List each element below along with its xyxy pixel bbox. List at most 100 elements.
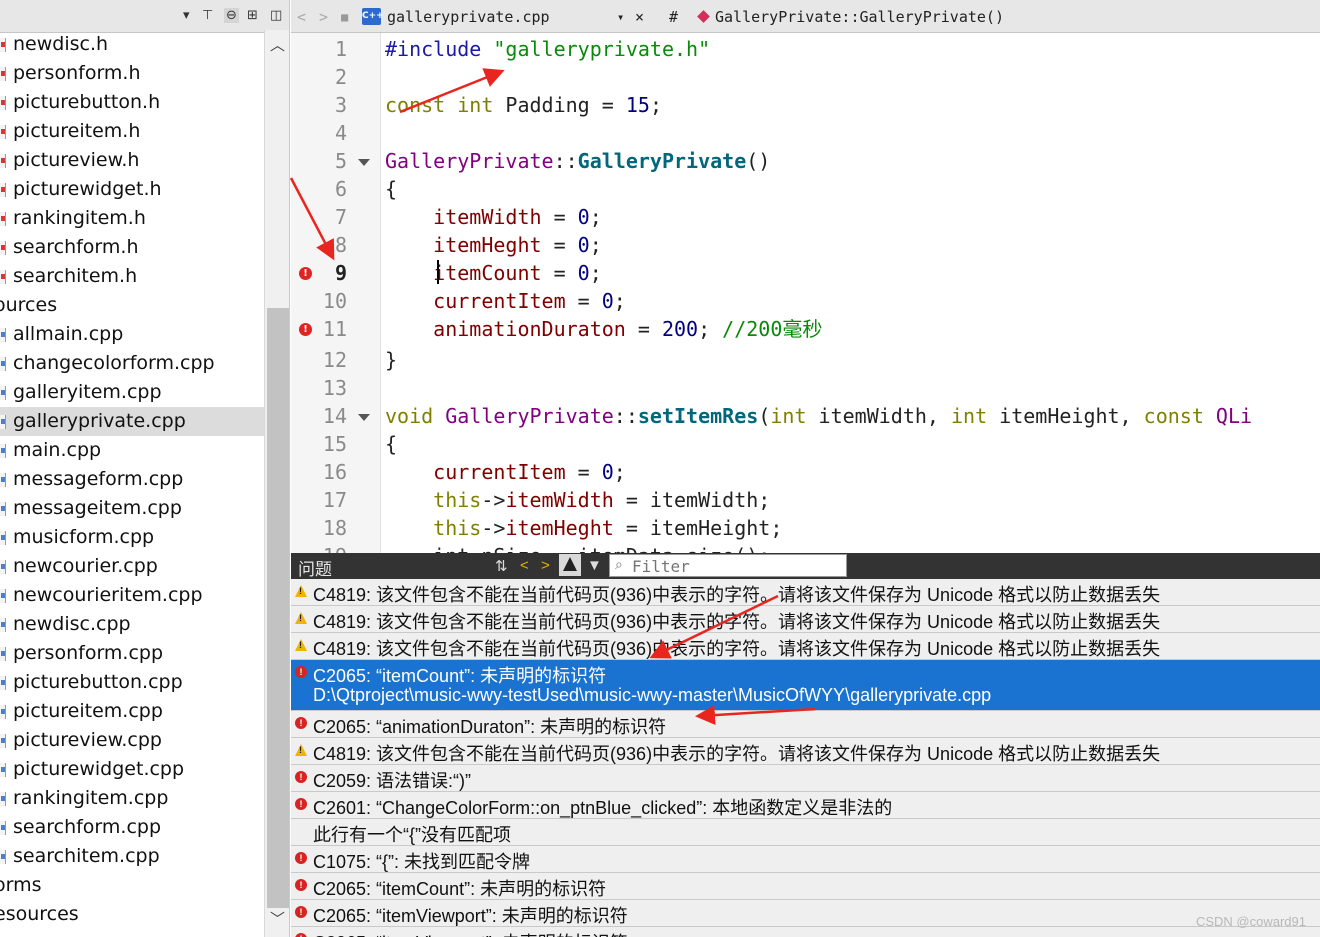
code-line-6: {	[385, 177, 398, 201]
issue-row[interactable]: C4819: 该文件包含不能在当前代码页(936)中表示的字符。请将该文件保存为…	[291, 606, 1320, 633]
tree-file-item[interactable]: picturewidget.h	[0, 175, 264, 204]
tree-file-item[interactable]: changecolorform.cpp	[0, 349, 264, 378]
tree-file-item[interactable]: picturebutton.h	[0, 88, 264, 117]
cpp-file-icon	[0, 705, 6, 719]
warning-icon	[295, 639, 307, 651]
tree-file-item[interactable]: picturewidget.cpp	[0, 755, 264, 784]
cpp-file-icon	[0, 850, 6, 864]
scrollbar-thumb[interactable]	[267, 308, 289, 908]
tree-file-item[interactable]: musicform.cpp	[0, 523, 264, 552]
tree-file-item[interactable]: pictureitem.h	[0, 117, 264, 146]
filter-box[interactable]: ⌕	[609, 554, 847, 577]
tree-file-item[interactable]: pictureview.cpp	[0, 726, 264, 755]
tree-item-label: musicform.cpp	[13, 526, 155, 548]
tree-folder[interactable]: esources	[0, 900, 264, 929]
cpp-file-icon	[0, 444, 6, 458]
back-icon[interactable]: <	[297, 8, 306, 26]
tree-item-label: rankingitem.h	[13, 207, 146, 229]
symbol-selector[interactable]: GalleryPrivate::GalleryPrivate()	[715, 8, 1004, 26]
forward-icon[interactable]: >	[319, 8, 328, 26]
tree-file-item[interactable]: galleryitem.cpp	[0, 378, 264, 407]
previous-issue-icon[interactable]: <	[520, 557, 529, 574]
tree-file-item[interactable]: newcourier.cpp	[0, 552, 264, 581]
tree-file-item[interactable]: picturebutton.cpp	[0, 668, 264, 697]
tree-file-item[interactable]: searchitem.cpp	[0, 842, 264, 871]
sort-icon[interactable]: ⇅	[495, 557, 508, 575]
issue-row[interactable]: ! C2065: “itemViewport”: 未声明的标识符	[291, 927, 1320, 937]
cpp-file-icon	[0, 792, 6, 806]
next-issue-icon[interactable]: >	[541, 557, 550, 574]
tree-file-item[interactable]: searchform.cpp	[0, 813, 264, 842]
tree-item-label: rankingitem.cpp	[13, 787, 169, 809]
issue-row[interactable]: C4819: 该文件包含不能在当前代码页(936)中表示的字符。请将该文件保存为…	[291, 579, 1320, 606]
cpp-file-icon	[0, 618, 6, 632]
issue-row[interactable]: C4819: 该文件包含不能在当前代码页(936)中表示的字符。请将该文件保存为…	[291, 738, 1320, 765]
tree-item-label: picturewidget.h	[13, 178, 162, 200]
code-editor[interactable]: #include "galleryprivate.h" const int Pa…	[382, 33, 1320, 553]
file-dropdown-icon[interactable]: ▾	[617, 10, 624, 24]
issue-file-path: D:\Qtproject\music-wwy-testUsed\music-ww…	[313, 685, 992, 705]
issue-row[interactable]: ! C2065: “itemCount”: 未声明的标识符 D:\Qtproject…	[291, 660, 1320, 711]
filter-input[interactable]	[632, 556, 842, 576]
cpp-file-icon: C++	[362, 8, 384, 25]
issue-row[interactable]: ! C2065: “animationDuraton”: 未声明的标识符	[291, 711, 1320, 738]
tree-file-item[interactable]: main.cpp	[0, 436, 264, 465]
text-cursor	[437, 260, 439, 284]
error-marker-icon[interactable]: !	[299, 267, 312, 280]
tree-file-item[interactable]: galleryprivate.cpp	[0, 407, 264, 436]
tree-item-label: ources	[0, 294, 58, 316]
line-number: 1	[334, 37, 347, 61]
code-line-16: currentItem = 0;	[433, 460, 626, 484]
tree-file-item[interactable]: personform.h	[0, 59, 264, 88]
close-pane-icon[interactable]: ◫	[270, 8, 282, 23]
file-tab[interactable]: galleryprivate.cpp	[387, 8, 550, 26]
chevron-down-icon[interactable]: ﹀	[270, 908, 285, 929]
tree-file-item[interactable]: allmain.cpp	[0, 320, 264, 349]
cpp-file-icon	[0, 763, 6, 777]
tree-file-item[interactable]: newdisc.cpp	[0, 610, 264, 639]
tree-file-item[interactable]: rankingitem.cpp	[0, 784, 264, 813]
tree-item-label: newdisc.h	[13, 33, 109, 55]
issue-row[interactable]: ! C2601: “ChangeColorForm::on_ptnBlue_cli…	[291, 792, 1320, 819]
tree-item-label: pictureitem.cpp	[13, 700, 163, 722]
tree-file-item[interactable]: searchform.h	[0, 233, 264, 262]
issue-row[interactable]: ! C2065: “itemCount”: 未声明的标识符	[291, 873, 1320, 900]
tree-file-item[interactable]: newcourieritem.cpp	[0, 581, 264, 610]
tree-item-label: esources	[0, 903, 79, 925]
tree-file-item[interactable]: messageitem.cpp	[0, 494, 264, 523]
issue-row[interactable]: ! C2059: 语法错误:“)”	[291, 765, 1320, 792]
issue-row[interactable]: 此行有一个“{”没有匹配项	[291, 819, 1320, 846]
error-icon: !	[295, 852, 307, 864]
tree-folder[interactable]: orms	[0, 871, 264, 900]
warning-filter-button[interactable]	[559, 554, 581, 576]
dropdown-arrow-icon[interactable]: ▾	[183, 8, 190, 23]
tree-folder[interactable]: ources	[0, 291, 264, 320]
error-icon: !	[295, 798, 307, 810]
tree-item-label: personform.h	[13, 62, 141, 84]
fold-toggle-icon[interactable]	[358, 414, 370, 421]
tree-file-item[interactable]: newdisc.h	[0, 30, 264, 59]
tree-file-item[interactable]: messageform.cpp	[0, 465, 264, 494]
filter-funnel-icon[interactable]: ▼	[587, 557, 602, 574]
fold-toggle-icon[interactable]	[358, 159, 370, 166]
line-number: 12	[322, 348, 347, 372]
tree-file-item[interactable]: personform.cpp	[0, 639, 264, 668]
issue-row[interactable]: ! C1075: “{”: 未找到匹配令牌	[291, 846, 1320, 873]
filter-icon[interactable]: ⊤	[202, 8, 213, 23]
tree-scrollbar[interactable]: ︿ ﹀	[264, 30, 289, 937]
tree-item-label: messageitem.cpp	[13, 497, 182, 519]
close-file-icon[interactable]: ×	[635, 8, 644, 26]
issue-row[interactable]: C4819: 该文件包含不能在当前代码页(936)中表示的字符。请将该文件保存为…	[291, 633, 1320, 660]
split-icon[interactable]: ⊞	[247, 8, 258, 23]
link-icon[interactable]: ⊖	[224, 8, 239, 23]
issue-message: 此行有一个“{”没有匹配项	[313, 825, 511, 845]
tree-file-item[interactable]: pictureview.h	[0, 146, 264, 175]
issue-row[interactable]: ! C2065: “itemViewport”: 未声明的标识符	[291, 900, 1320, 927]
chevron-up-icon[interactable]: ︿	[270, 34, 285, 55]
tree-item-label: main.cpp	[13, 439, 102, 461]
tree-file-item[interactable]: searchitem.h	[0, 262, 264, 291]
tree-file-item[interactable]: rankingitem.h	[0, 204, 264, 233]
tree-file-item[interactable]: pictureitem.cpp	[0, 697, 264, 726]
error-marker-icon[interactable]: !	[299, 323, 312, 336]
error-icon: !	[295, 906, 307, 918]
